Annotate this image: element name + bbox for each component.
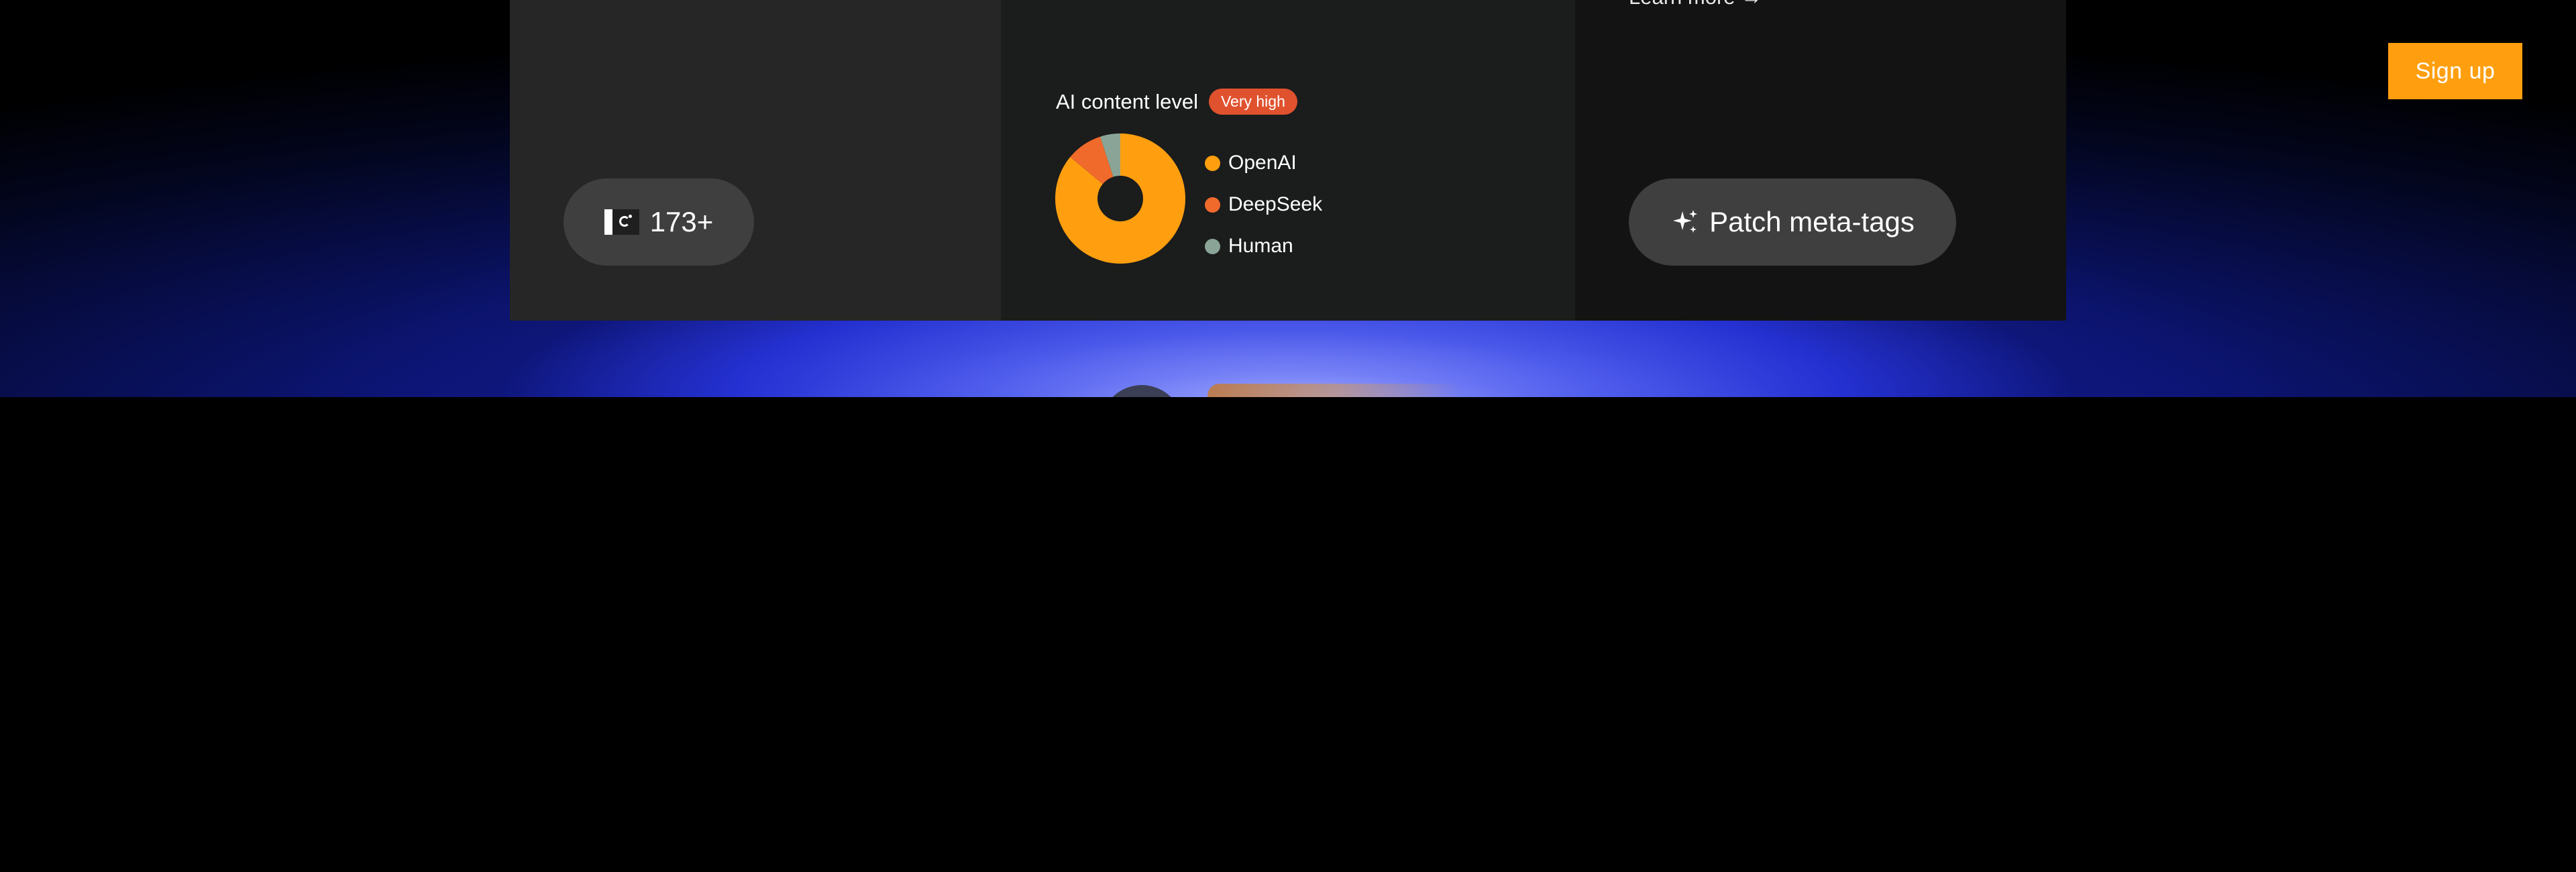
legend-label: Human — [1228, 235, 1293, 257]
ai-content-card: AI content level Very high OpenAI DeepSee… — [1001, 0, 1575, 321]
status-badge: Very high — [1208, 89, 1297, 115]
learn-more-link[interactable]: Learn more → — [1629, 0, 1762, 9]
legend-label: OpenAI — [1228, 152, 1297, 174]
sign-up-button[interactable]: Sign up — [2388, 43, 2522, 99]
legend-item-human: Human — [1205, 225, 1322, 267]
patch-meta-tags-label: Patch meta-tags — [1709, 206, 1915, 237]
legend-dot — [1205, 197, 1220, 213]
legend-item-openai: OpenAI — [1205, 142, 1322, 184]
chart-legend: OpenAI DeepSeek Human — [1205, 142, 1322, 267]
hero-heading-peek — [1208, 384, 1462, 397]
ai-content-donut-chart — [1055, 133, 1185, 264]
count-pill[interactable]: 173+ — [564, 178, 754, 266]
ai-content-title: AI content level — [1056, 89, 1198, 113]
feature-cards: 173+ AI content level Very high OpenAI De… — [510, 0, 2066, 321]
legend-label: DeepSeek — [1228, 193, 1323, 215]
donut-hole — [1097, 176, 1143, 221]
ai-content-header: AI content level Very high — [1056, 89, 1297, 115]
pakistan-flag-icon — [604, 209, 639, 235]
legend-item-deepseek: DeepSeek — [1205, 184, 1322, 225]
patch-meta-tags-button[interactable]: Patch meta-tags — [1629, 178, 1956, 266]
count-label: 173+ — [649, 206, 714, 237]
legend-dot — [1205, 155, 1220, 171]
sparkles-icon — [1673, 210, 1698, 233]
count-card: 173+ — [510, 0, 1001, 321]
legend-dot — [1205, 238, 1220, 254]
patch-card: Learn more → Patch meta-tags — [1575, 0, 2066, 321]
